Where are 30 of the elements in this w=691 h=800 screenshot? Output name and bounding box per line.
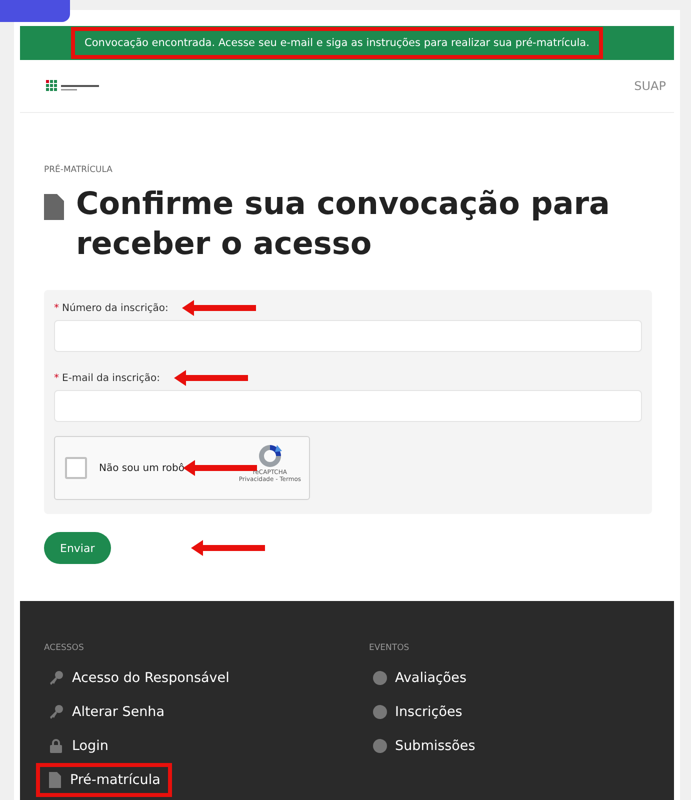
key-icon (48, 670, 64, 686)
circle-icon (373, 705, 387, 719)
footer-heading: ACESSOS (44, 643, 84, 653)
footer-link[interactable]: Login (36, 729, 120, 763)
circle-icon (373, 671, 387, 685)
page-title: Confirme sua convocação para receber o acesso (76, 185, 611, 264)
submit-button[interactable]: Enviar (44, 532, 111, 564)
file-icon (48, 772, 62, 788)
field-label: * E-mail da inscrição: (54, 372, 160, 384)
suap-link[interactable]: SUAP (634, 79, 666, 93)
footer-link[interactable]: Avaliações (361, 661, 479, 695)
footer-link[interactable]: Acesso do Responsável (36, 661, 242, 695)
document-icon (44, 194, 64, 220)
footer-link[interactable]: Alterar Senha (36, 695, 177, 729)
circle-icon (373, 739, 387, 753)
breadcrumb: PRÉ-MATRÍCULA (44, 165, 112, 175)
lock-icon (48, 738, 64, 754)
footer-link[interactable]: Inscrições (361, 695, 474, 729)
captcha-checkbox[interactable] (65, 457, 87, 479)
footer-heading: EVENTOS (369, 643, 410, 653)
captcha-label: Não sou um robô (99, 462, 184, 474)
field-label: * Número da inscrição: (54, 302, 168, 314)
text-input[interactable] (54, 390, 642, 422)
footer-link[interactable]: Submissões (361, 729, 488, 763)
key-icon (48, 704, 64, 720)
recaptcha-logo (256, 443, 283, 469)
text-input[interactable] (54, 320, 642, 352)
footer-link[interactable]: Pré-matrícula (36, 763, 172, 797)
banner-message: Convocação encontrada. Acesse seu e-mail e siga as instruções para realizar sua pré-matrícula. (70, 27, 604, 59)
institute-logo (46, 79, 102, 93)
